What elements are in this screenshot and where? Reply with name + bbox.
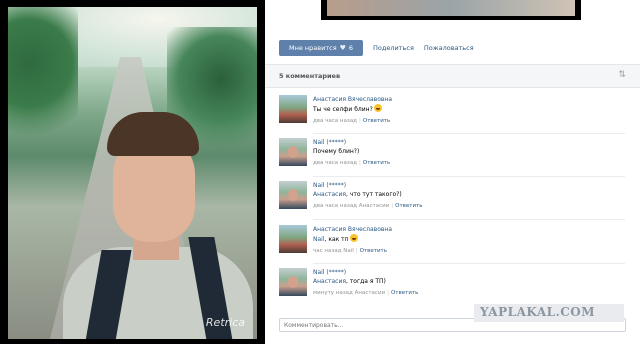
- post-card: Мне нравится ♥ 6 Поделиться Пожаловаться…: [265, 0, 640, 344]
- comment-author[interactable]: Анастасия Вячеславовна: [313, 225, 613, 234]
- vk-post-panel: Мне нравится ♥ 6 Поделиться Пожаловаться…: [265, 0, 640, 344]
- mention-link[interactable]: Анастасия: [313, 191, 346, 198]
- smile-emoji-icon: [373, 104, 382, 112]
- comment-time[interactable]: час назад Nail: [313, 248, 354, 254]
- post-image-bottom[interactable]: [321, 0, 581, 20]
- avatar[interactable]: [279, 138, 307, 166]
- mention-link[interactable]: Анастасия: [313, 278, 346, 285]
- post-actions: Мне нравится ♥ 6 Поделиться Пожаловаться: [279, 40, 474, 56]
- comment-item: Nail (*****) Анастасия, тогда я ТП) мину…: [279, 268, 619, 308]
- comment-meta: два часа назад | Ответить: [313, 118, 391, 124]
- comment-time[interactable]: два часа назад: [313, 160, 357, 166]
- comment-meta: два часа назад Анастасии | Ответить: [313, 203, 423, 209]
- comment-time[interactable]: два часа назад: [313, 118, 357, 124]
- share-link[interactable]: Поделиться: [373, 44, 414, 52]
- comment-item: Анастасия Вячеславовна Nail, как тп час …: [279, 225, 619, 265]
- photo-panel: Retrica: [0, 0, 265, 344]
- comment-item: Nail (*****) Почему блин?) два часа наза…: [279, 138, 619, 178]
- reply-link[interactable]: Ответить: [395, 203, 422, 209]
- like-button[interactable]: Мне нравится ♥ 6: [279, 40, 364, 56]
- comment-author[interactable]: Nail (*****): [313, 268, 613, 277]
- comment-meta: час назад Nail | Ответить: [313, 248, 387, 254]
- comments-header: 5 комментариев ⇅: [265, 64, 640, 88]
- comment-divider: [313, 263, 625, 264]
- site-watermark-text: YAPLAKAL.COM: [480, 305, 596, 319]
- reply-link[interactable]: Ответить: [360, 248, 387, 254]
- comment-text: Анастасия, что тут такого?): [313, 191, 402, 198]
- reply-link[interactable]: Ответить: [363, 118, 390, 124]
- comments-count: 5 комментариев: [279, 72, 341, 80]
- comment-time[interactable]: минуту назад Анастасии: [313, 290, 385, 296]
- mention-link[interactable]: Nail: [313, 236, 325, 243]
- comment-text: Nail, как тп: [313, 234, 613, 244]
- comment-author[interactable]: Анастасия Вячеславовна: [313, 95, 613, 104]
- comment-author[interactable]: Nail (*****): [313, 181, 613, 190]
- avatar[interactable]: [279, 95, 307, 123]
- comment-text: Ты че селфи блин?: [313, 104, 613, 114]
- selfie-photo[interactable]: Retrica: [8, 7, 257, 339]
- retrica-watermark: Retrica: [205, 316, 245, 329]
- comment-text: Анастасия, тогда я ТП): [313, 278, 386, 285]
- avatar[interactable]: [279, 268, 307, 296]
- complain-link[interactable]: Пожаловаться: [424, 44, 474, 52]
- reply-link[interactable]: Ответить: [391, 290, 418, 296]
- comment-item: Анастасия Вячеславовна Ты че селфи блин?…: [279, 95, 619, 135]
- sort-icon[interactable]: ⇅: [618, 70, 626, 80]
- reply-link[interactable]: Ответить: [363, 160, 390, 166]
- comment-meta: минуту назад Анастасии | Ответить: [313, 290, 419, 296]
- site-watermark: YAPLAKAL.COM: [474, 304, 624, 322]
- comment-meta: два часа назад | Ответить: [313, 160, 391, 166]
- heart-icon: ♥: [339, 44, 346, 52]
- comment-author[interactable]: Nail (*****): [313, 138, 613, 147]
- avatar[interactable]: [279, 181, 307, 209]
- comment-divider: [313, 219, 625, 220]
- avatar[interactable]: [279, 225, 307, 253]
- comment-text: Почему блин?): [313, 148, 360, 155]
- comment-divider: [313, 176, 625, 177]
- person-figure: [63, 112, 253, 339]
- smile-emoji-icon: [349, 234, 358, 242]
- like-count: 6: [348, 44, 354, 52]
- comment-time[interactable]: два часа назад Анастасии: [313, 203, 389, 209]
- comment-divider: [313, 133, 625, 134]
- like-label: Мне нравится: [289, 44, 337, 52]
- comment-item: Nail (*****) Анастасия, что тут такого?)…: [279, 181, 619, 221]
